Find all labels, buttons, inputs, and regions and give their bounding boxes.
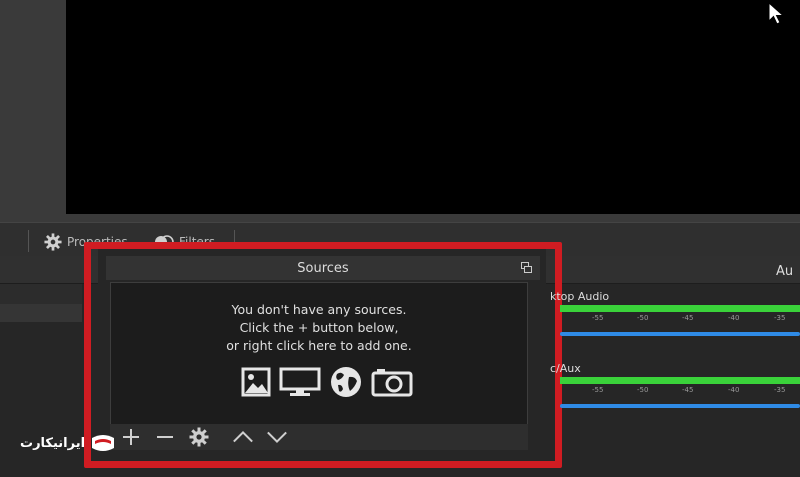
move-up-icon <box>233 430 253 443</box>
watermark-text: ایرانیکارت <box>20 435 86 451</box>
scale-tick: -45 <box>682 314 694 322</box>
preview-canvas[interactable] <box>66 0 800 214</box>
desktop-audio-scale: -55 -50 -45 -40 -35 <box>560 314 800 326</box>
image-icon <box>241 367 271 397</box>
mic-aux-volume-slider[interactable] <box>560 404 800 408</box>
mic-aux-scale: -55 -50 -45 -40 -35 <box>560 386 800 398</box>
watermark-logo-icon <box>92 435 115 451</box>
desktop-audio-volume-slider[interactable] <box>560 332 800 336</box>
float-panel-icon[interactable] <box>521 262 532 273</box>
move-up-button[interactable] <box>232 426 254 448</box>
empty-message-line: You don't have any sources. <box>231 302 407 317</box>
empty-message-line: Click the + button below, <box>239 320 399 335</box>
watermark: ایرانیکارت <box>20 432 117 454</box>
source-type-icons <box>241 365 413 399</box>
audio-mixer-title: Au <box>776 264 794 279</box>
scenes-list-row[interactable] <box>0 284 82 304</box>
remove-icon <box>157 436 173 438</box>
scale-tick: -40 <box>728 314 740 322</box>
scale-tick: -55 <box>592 314 604 322</box>
desktop-audio-meter <box>560 305 800 312</box>
empty-message-line: or right click here to add one. <box>226 338 412 353</box>
sources-footer-toolbar <box>110 424 528 450</box>
gear-icon <box>189 427 209 447</box>
scale-tick: -40 <box>728 386 740 394</box>
move-down-icon <box>267 431 287 444</box>
mic-aux-meter <box>560 377 800 384</box>
sources-list[interactable]: You don't have any sources. Click the + … <box>110 282 528 428</box>
filters-label: Filters <box>179 235 215 249</box>
add-icon <box>123 429 139 445</box>
add-source-button[interactable] <box>120 426 142 448</box>
source-properties-button[interactable] <box>188 426 210 448</box>
sources-empty-message: You don't have any sources. Click the + … <box>111 301 527 355</box>
sources-title: Sources <box>297 260 349 276</box>
scenes-list-row[interactable] <box>0 304 82 322</box>
mic-aux-label: c/Aux <box>550 362 581 375</box>
scale-tick: -35 <box>774 314 786 322</box>
sources-panel: Sources You don't have any sources. Clic… <box>98 248 546 456</box>
desktop-audio-label: ktop Audio <box>550 290 610 303</box>
browser-globe-icon <box>331 367 361 397</box>
scale-tick: -50 <box>637 386 649 394</box>
display-icon <box>279 367 321 396</box>
scale-tick: -55 <box>592 386 604 394</box>
camera-icon <box>371 369 413 397</box>
toolbar-separator <box>28 230 29 252</box>
scale-tick: -35 <box>774 386 786 394</box>
move-down-button[interactable] <box>266 426 288 448</box>
remove-source-button[interactable] <box>154 426 176 448</box>
properties-label: Properties <box>67 235 128 249</box>
scale-tick: -45 <box>682 386 694 394</box>
mouse-cursor-icon <box>768 2 785 25</box>
gear-icon <box>44 233 62 251</box>
sources-panel-header: Sources <box>106 256 540 280</box>
scale-tick: -50 <box>637 314 649 322</box>
